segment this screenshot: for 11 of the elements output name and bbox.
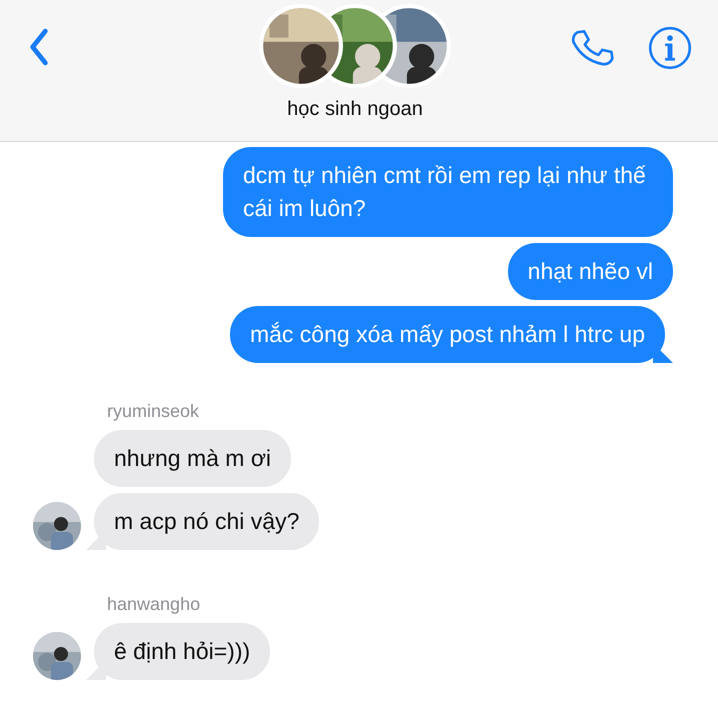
sent-message: dcm tự nhiên cmt rồi em rep lại như thế cái im luôn? [223,147,673,237]
info-icon[interactable] [648,26,692,70]
received-message: ê định hỏi=))) [94,623,270,680]
back-icon[interactable] [28,28,50,66]
sent-message: mắc công xóa mấy post nhảm l htrc up [230,306,665,363]
received-message: nhưng mà m ơi [94,430,292,487]
sender-name: hanwangho [107,594,200,615]
sender-name: ryuminseok [107,401,200,422]
conversation-title[interactable]: học sinh ngoan [287,98,423,121]
received-message: m acp nó chi vậy? [94,493,320,550]
sent-message: nhạt nhẽo vl [508,243,673,300]
